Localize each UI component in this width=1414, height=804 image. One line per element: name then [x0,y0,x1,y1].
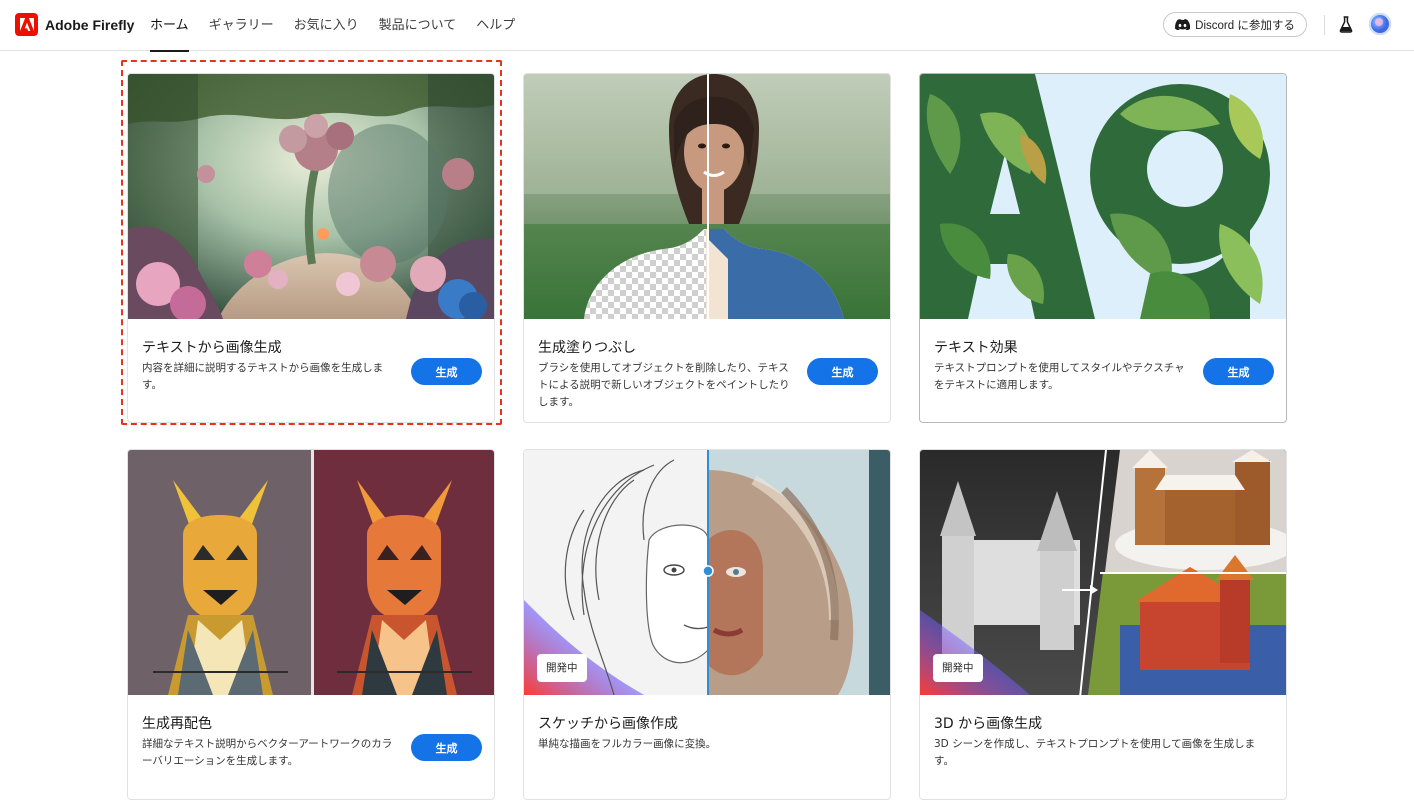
generate-button[interactable]: 生成 [807,358,878,385]
card-title: テキスト効果 [934,340,1018,356]
main-nav: ホーム ギャラリー お気に入り 製品について ヘルプ [140,0,525,52]
card-generative-fill[interactable]: 生成塗りつぶし ブラシを使用してオブジェクトを削除したり、テキストによる説明で新… [523,73,891,423]
card-description: ブラシを使用してオブジェクトを削除したり、テキストによる説明で新しいオブジェクト… [538,362,790,408]
brand-name: Adobe Firefly [45,16,135,33]
card-description: 3D シーンを作成し、テキストプロンプトを使用して画像を生成します。 [934,738,1256,767]
discord-join-button[interactable]: Discord に参加する [1163,12,1307,37]
card-title: 3D から画像生成 [934,716,1043,732]
beta-flask-icon[interactable] [1339,16,1353,33]
sketch-to-image-thumbnail: 開発中 [524,450,890,695]
card-description: 内容を詳細に説明するテキストから画像を生成します。 [142,362,384,391]
card-text-to-image[interactable]: テキストから画像生成 内容を詳細に説明するテキストから画像を生成します。 生成 [127,73,495,423]
generative-recolor-thumbnail [128,450,494,695]
discord-join-label: Discord に参加する [1195,19,1295,32]
nav-about-products[interactable]: 製品について [369,0,467,51]
generative-fill-thumbnail [524,74,890,319]
text-effects-thumbnail [920,74,1286,319]
card-sketch-to-image[interactable]: 開発中 スケッチから画像作成 単純な描画をフルカラー画像に変換。 [523,449,891,800]
text-to-image-thumbnail [128,74,494,319]
card-description: 詳細なテキスト説明からベクターアートワークのカラーバリエーションを生成します。 [142,738,393,767]
user-avatar[interactable] [1369,13,1391,35]
in-development-badge: 開発中 [537,654,587,682]
top-bar: Adobe Firefly ホーム ギャラリー お気に入り 製品について ヘルプ… [0,0,1414,52]
header-divider [1324,15,1325,35]
generate-button[interactable]: 生成 [411,734,482,761]
card-description: テキストプロンプトを使用してスタイルやテクスチャをテキストに適用します。 [934,362,1185,391]
card-title: テキストから画像生成 [142,340,282,356]
nav-help[interactable]: ヘルプ [466,0,525,51]
generate-button[interactable]: 生成 [1203,358,1274,385]
generate-button[interactable]: 生成 [411,358,482,385]
in-development-badge: 開発中 [933,654,983,682]
card-3d-to-image[interactable]: 開発中 3D から画像生成 3D シーンを作成し、テキストプロンプトを使用して画… [919,449,1287,800]
nav-home[interactable]: ホーム [140,0,199,52]
discord-icon [1175,19,1191,30]
nav-gallery[interactable]: ギャラリー [199,0,284,51]
card-description: 単純な描画をフルカラー画像に変換。 [538,738,717,750]
card-generative-recolor[interactable]: 生成再配色 詳細なテキスト説明からベクターアートワークのカラーバリエーションを生… [127,449,495,800]
card-title: 生成再配色 [142,716,212,732]
adobe-logo-icon [15,13,38,36]
brand[interactable]: Adobe Firefly [15,13,134,36]
card-title: 生成塗りつぶし [538,340,637,356]
nav-favorites[interactable]: お気に入り [284,0,369,51]
card-title: スケッチから画像作成 [538,716,678,732]
card-text-effects[interactable]: テキスト効果 テキストプロンプトを使用してスタイルやテクスチャをテキストに適用し… [919,73,1287,423]
3d-to-image-thumbnail: 開発中 [920,450,1286,695]
